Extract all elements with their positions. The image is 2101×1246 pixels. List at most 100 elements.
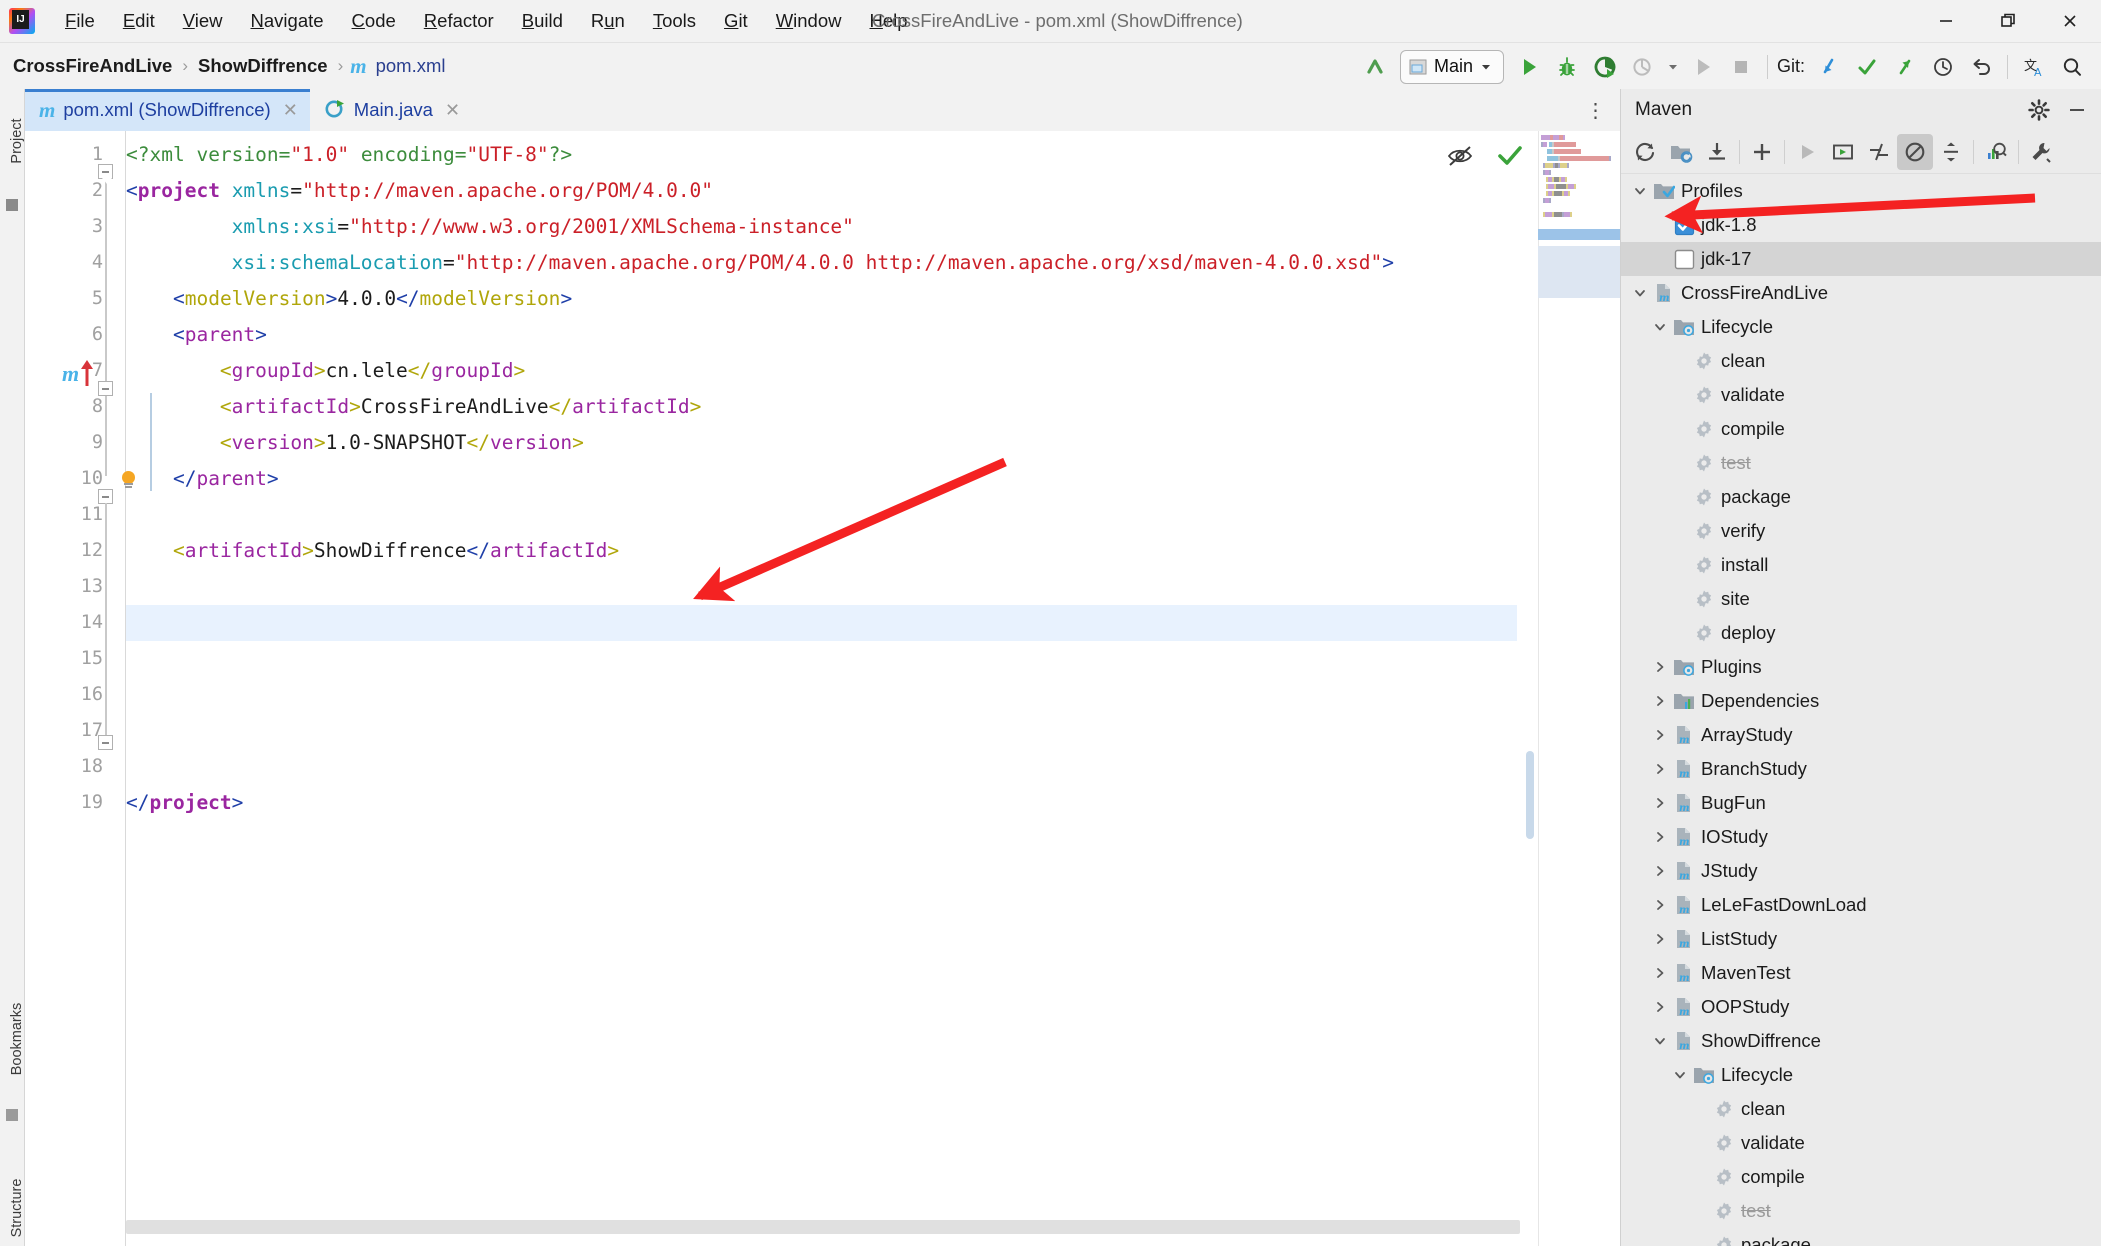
skip-tests-mode-toggle[interactable] bbox=[1897, 134, 1933, 170]
maven-tree-item-arraystudy[interactable]: m ArrayStudy bbox=[1621, 718, 2101, 752]
vertical-scrollbar-thumb[interactable] bbox=[1526, 751, 1534, 839]
maven-tree-item-oopstudy[interactable]: m OOPStudy bbox=[1621, 990, 2101, 1024]
maven-tree-item-lifecycle[interactable]: Lifecycle bbox=[1621, 310, 2101, 344]
rerun-button[interactable] bbox=[1684, 48, 1722, 86]
editor-gutter[interactable]: 1 2 3 4 5 6 7 8 9 10 11 12 13 14 15 16 17 18 19 bbox=[25, 131, 125, 1246]
chevron-down-icon[interactable] bbox=[1629, 184, 1651, 198]
maven-tree-item-install[interactable]: install bbox=[1621, 548, 2101, 582]
fold-collapse-icon-parent-close[interactable] bbox=[98, 489, 113, 504]
maximize-restore-button[interactable] bbox=[1977, 0, 2039, 42]
sidebar-item-project[interactable]: Project bbox=[0, 105, 25, 179]
run-with-coverage-button[interactable] bbox=[1586, 48, 1624, 86]
maven-tree-item-jstudy[interactable]: m JStudy bbox=[1621, 854, 2101, 888]
maven-m-icon-gutter[interactable]: m bbox=[62, 361, 79, 387]
menu-run[interactable]: Run bbox=[577, 6, 639, 36]
translate-icon[interactable]: 文 A bbox=[2015, 48, 2053, 86]
debug-button[interactable] bbox=[1548, 48, 1586, 86]
maven-tree-item-showdiffrence[interactable]: m ShowDiffrence bbox=[1621, 1024, 2101, 1058]
git-rollback-button[interactable] bbox=[1962, 48, 2000, 86]
chevron-right-icon[interactable] bbox=[1649, 694, 1671, 708]
close-icon[interactable]: ✕ bbox=[445, 100, 460, 121]
editor-tab-pom-xml[interactable]: m pom.xml (ShowDiffrence) ✕ bbox=[25, 89, 310, 131]
maven-tree-item-liststudy[interactable]: m ListStudy bbox=[1621, 922, 2101, 956]
chevron-right-icon[interactable] bbox=[1649, 796, 1671, 810]
menu-file[interactable]: File bbox=[51, 6, 109, 36]
minimize-dash-icon[interactable] bbox=[2060, 93, 2094, 127]
sidebar-item-structure[interactable]: Structure bbox=[0, 1164, 25, 1246]
maven-tree-item-iostudy[interactable]: m IOStudy bbox=[1621, 820, 2101, 854]
menu-git[interactable]: Git bbox=[710, 6, 762, 36]
maven-tree-item-test[interactable]: test bbox=[1621, 1194, 2101, 1228]
breadcrumb-item-showdiffrence[interactable]: ShowDiffrence bbox=[195, 53, 331, 79]
horizontal-scrollbar[interactable] bbox=[126, 1220, 1520, 1234]
menu-window[interactable]: Window bbox=[762, 6, 856, 36]
inspection-widget[interactable] bbox=[1446, 143, 1524, 169]
chevron-right-icon[interactable] bbox=[1649, 728, 1671, 742]
fold-collapse-icon-parent-open[interactable] bbox=[98, 381, 113, 396]
run-button[interactable] bbox=[1510, 48, 1548, 86]
breadcrumb-item-pom-xml[interactable]: m pom.xml bbox=[350, 53, 448, 79]
chevron-right-icon[interactable] bbox=[1649, 932, 1671, 946]
maven-tree-item-jdk-17[interactable]: jdk-17 bbox=[1621, 242, 2101, 276]
minimap-viewport[interactable] bbox=[1538, 246, 1620, 298]
maven-tree-item-crossfireandlive[interactable]: m CrossFireAndLive bbox=[1621, 276, 2101, 310]
maven-tree-item-jdk-1-8[interactable]: jdk-1.8 bbox=[1621, 208, 2101, 242]
add-folder-sync-icon[interactable] bbox=[1663, 134, 1699, 170]
editor-tab-Main-java[interactable]: Main.java ✕ bbox=[310, 89, 472, 131]
fold-collapse-icon-project[interactable] bbox=[98, 164, 113, 184]
maven-tree-item-branchstudy[interactable]: m BranchStudy bbox=[1621, 752, 2101, 786]
maven-tree-item-dependencies[interactable]: Dependencies bbox=[1621, 684, 2101, 718]
maven-tree-item-validate[interactable]: validate bbox=[1621, 378, 2101, 412]
sidebar-item-bookmarks[interactable]: Bookmarks bbox=[0, 989, 25, 1087]
git-push-button[interactable] bbox=[1886, 48, 1924, 86]
maven-tree-item-validate[interactable]: validate bbox=[1621, 1126, 2101, 1160]
maven-tree-item-bugfun[interactable]: m BugFun bbox=[1621, 786, 2101, 820]
maven-tree-item-deploy[interactable]: deploy bbox=[1621, 616, 2101, 650]
close-button[interactable] bbox=[2039, 0, 2101, 42]
eye-crossed-icon[interactable] bbox=[1446, 143, 1476, 169]
code-minimap-preview[interactable] bbox=[1538, 131, 1620, 1246]
menu-tools[interactable]: Tools bbox=[639, 6, 710, 36]
menu-build[interactable]: Build bbox=[508, 6, 577, 36]
maven-tree-item-profiles[interactable]: Profiles bbox=[1621, 174, 2101, 208]
menu-code[interactable]: Code bbox=[338, 6, 410, 36]
check-ok-icon[interactable] bbox=[1496, 143, 1524, 169]
maven-tree-item-site[interactable]: site bbox=[1621, 582, 2101, 616]
close-icon[interactable]: ✕ bbox=[283, 100, 298, 121]
toggle-offline-icon[interactable] bbox=[1861, 134, 1897, 170]
collapse-expand-icon[interactable] bbox=[1933, 134, 1969, 170]
chevron-down-icon[interactable] bbox=[1629, 286, 1651, 300]
plus-icon[interactable] bbox=[1744, 134, 1780, 170]
maven-projects-tree[interactable]: Profiles jdk-1.8 jdk-17 m CrossFireAndLive Li… bbox=[1621, 174, 2101, 1246]
menu-refactor[interactable]: Refactor bbox=[410, 6, 508, 36]
maven-tree-item-verify[interactable]: verify bbox=[1621, 514, 2101, 548]
git-commit-button[interactable] bbox=[1848, 48, 1886, 86]
chevron-right-icon[interactable] bbox=[1649, 966, 1671, 980]
maven-tree-item-lelefastdownload[interactable]: m LeLeFastDownLoad bbox=[1621, 888, 2101, 922]
execute-goal-icon[interactable] bbox=[1825, 134, 1861, 170]
chevron-right-icon[interactable] bbox=[1649, 830, 1671, 844]
maven-tree-item-compile[interactable]: compile bbox=[1621, 1160, 2101, 1194]
chevron-down-icon[interactable] bbox=[1669, 1068, 1691, 1082]
chevron-down-icon[interactable] bbox=[1649, 1034, 1671, 1048]
maven-tree-item-plugins[interactable]: Plugins bbox=[1621, 650, 2101, 684]
maven-tree-item-package[interactable]: package bbox=[1621, 1228, 2101, 1246]
update-project-button[interactable] bbox=[1356, 48, 1394, 86]
menu-view[interactable]: View bbox=[169, 6, 237, 36]
search-icon[interactable] bbox=[2053, 48, 2091, 86]
git-history-button[interactable] bbox=[1924, 48, 1962, 86]
maven-tree-item-clean[interactable]: clean bbox=[1621, 1092, 2101, 1126]
chevron-right-icon[interactable] bbox=[1649, 660, 1671, 674]
stop-button[interactable] bbox=[1722, 48, 1760, 86]
reload-all-projects-icon[interactable] bbox=[1627, 134, 1663, 170]
run-play-icon[interactable] bbox=[1789, 134, 1825, 170]
chevron-right-icon[interactable] bbox=[1649, 1000, 1671, 1014]
analyze-dependencies-icon[interactable] bbox=[1978, 134, 2014, 170]
git-update-button[interactable] bbox=[1810, 48, 1848, 86]
maven-tree-item-clean[interactable]: clean bbox=[1621, 344, 2101, 378]
maven-tree-item-maventest[interactable]: m MavenTest bbox=[1621, 956, 2101, 990]
chevron-down-icon[interactable] bbox=[1649, 320, 1671, 334]
breadcrumb-item-crossfireandlive[interactable]: CrossFireAndLive bbox=[10, 53, 175, 79]
gear-icon[interactable] bbox=[2022, 93, 2056, 127]
run-configuration-selector[interactable]: Main bbox=[1399, 49, 1504, 84]
